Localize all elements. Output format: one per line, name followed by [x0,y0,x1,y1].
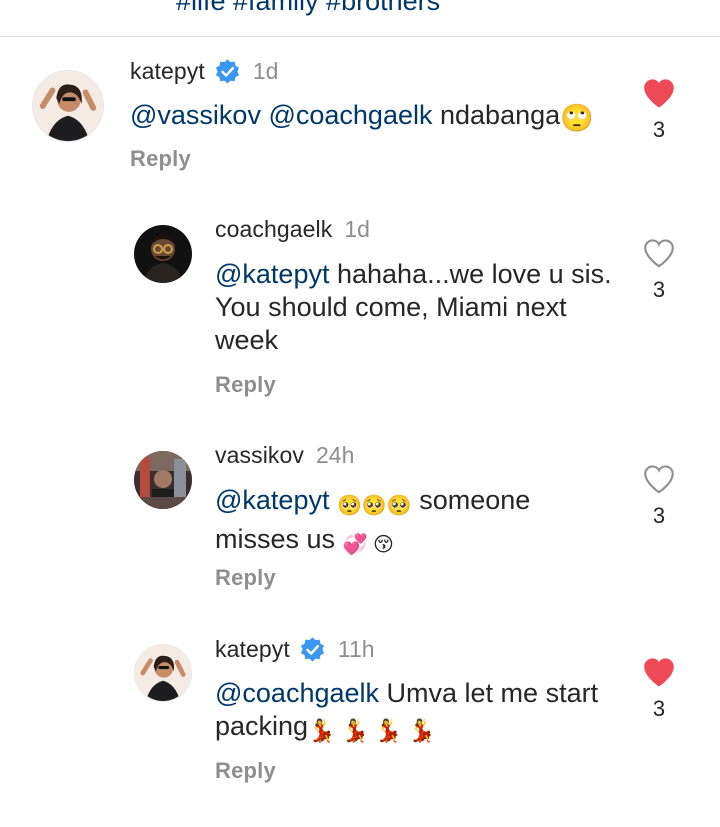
like-button[interactable]: 3 [639,238,679,303]
comment-line: You should come, Miami next [215,292,567,322]
comment-text: @katepyt 🥺🥺🥺 someone misses us 💞 😚 [215,484,635,562]
mention-link[interactable]: @katepyt [215,485,329,515]
woman-selfie-avatar-icon [135,645,191,701]
like-count: 3 [652,117,666,142]
username[interactable]: coachgaelk [215,216,332,243]
timestamp: 1d [344,216,370,242]
timestamp: 1d [252,58,279,84]
reply-button[interactable]: Reply [215,372,276,398]
timestamp: 24h [316,442,355,468]
username[interactable]: katepyt [130,58,205,85]
reply-button[interactable]: Reply [130,146,191,172]
timestamp: 11h [337,636,375,662]
comment-text: @katepyt hahaha...we love u sis. You sho… [215,258,635,357]
comment-text: @coachgaelk Umva let me start packing💃💃💃… [215,677,635,747]
like-count: 3 [652,696,666,721]
man-sunglasses-avatar-icon [134,225,192,283]
caption-hashtags[interactable]: #life #family #brothers [176,0,596,16]
avatar[interactable] [134,451,192,509]
avatar[interactable] [134,644,192,702]
verified-badge-icon [299,636,326,663]
divider [0,36,720,37]
heart-outline-icon [644,239,674,268]
like-count: 3 [652,503,666,528]
eye-roll-emoji: 🙄 [560,103,594,133]
username[interactable]: vassikov [215,442,304,469]
gym-avatar-icon [134,451,192,509]
dancer-emoji: 💃💃💃💃 [308,718,442,743]
mention-link[interactable]: @vassikov [130,100,261,130]
avatar[interactable] [134,225,192,283]
hearts-kiss-emoji: 💞 😚 [342,534,394,556]
woman-selfie-avatar-icon [33,71,103,141]
like-button[interactable]: 3 [639,657,679,722]
comment-text: @vassikov @coachgaelk ndabanga🙄 [130,99,594,135]
comment-line: hahaha...we love u sis. [336,259,612,289]
like-count: 3 [652,277,666,302]
pleading-emoji: 🥺🥺🥺 [336,495,412,517]
mention-link[interactable]: @katepyt [215,259,329,289]
heart-filled-icon [644,79,674,108]
heart-filled-icon [644,658,674,687]
reply-button[interactable]: Reply [215,565,276,591]
like-button[interactable]: 3 [639,464,679,529]
verified-badge-icon [214,58,241,85]
comment-line: week [215,325,279,355]
comment-line: Umva let me start [386,678,599,708]
like-button[interactable]: 3 [639,78,679,143]
mention-link[interactable]: @coachgaelk [215,678,379,708]
reply-button[interactable]: Reply [215,758,276,784]
avatar[interactable] [32,70,104,142]
mention-link[interactable]: @coachgaelk [268,100,432,130]
username[interactable]: katepyt [215,636,290,663]
comment-body: ndabanga [440,100,561,130]
comment-line: misses us [215,524,336,554]
comment-line: someone [419,485,531,515]
heart-outline-icon [644,465,674,494]
comment-line: packing [215,711,309,741]
